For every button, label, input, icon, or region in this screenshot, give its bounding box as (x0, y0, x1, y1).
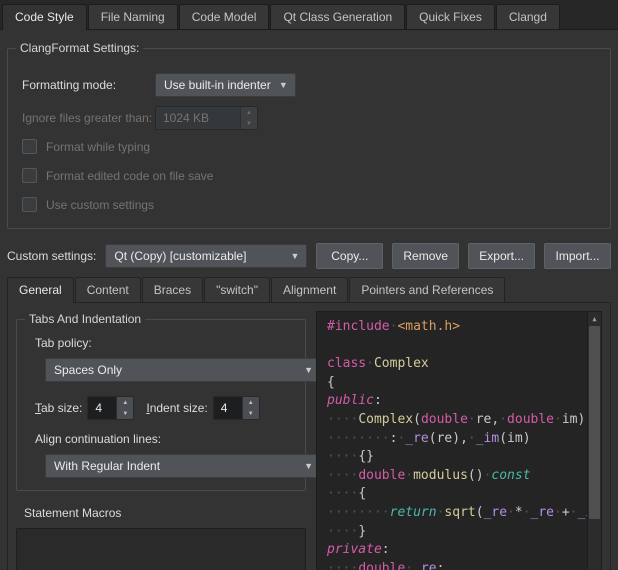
tab-clangd[interactable]: Clangd (496, 4, 560, 29)
spin-down-button[interactable]: ▼ (243, 408, 259, 419)
code-line: ····{ (327, 485, 581, 504)
tab-content[interactable]: Content (75, 277, 141, 302)
formatting-mode-select[interactable]: Use built-in indenter ▼ (155, 73, 296, 97)
tabs-indentation-group: Tabs And Indentation Tab policy: Spaces … (16, 319, 306, 491)
code-line: ········:·_re(re),·_im(im) (327, 430, 581, 449)
code-line (327, 337, 581, 356)
format-on-save-checkbox[interactable]: Format edited code on file save (22, 168, 596, 183)
tab-qt-class-generation[interactable]: Qt Class Generation (270, 4, 405, 29)
tab-size-value: 4 (88, 397, 116, 419)
tab-general[interactable]: General (7, 277, 74, 302)
code-lines: #include·<math.h> class·Complex{public:·… (317, 312, 601, 570)
scrollbar-thumb[interactable] (589, 326, 600, 519)
use-custom-settings-checkbox[interactable]: Use custom settings (22, 197, 596, 212)
checkbox-label: Format edited code on file save (46, 169, 213, 183)
ignore-files-label: Ignore files greater than: (22, 111, 155, 125)
code-line: ····Complex(double·re,·double·im) (327, 411, 581, 430)
clangformat-group-title: ClangFormat Settings: (16, 41, 143, 55)
format-while-typing-checkbox[interactable]: Format while typing (22, 139, 596, 154)
remove-button[interactable]: Remove (392, 243, 459, 269)
tab-braces[interactable]: Braces (142, 277, 203, 302)
chevron-down-icon: ▼ (290, 251, 299, 261)
code-line: public: (327, 392, 581, 411)
tab-quick-fixes[interactable]: Quick Fixes (406, 4, 495, 29)
statement-macros-textarea[interactable] (16, 528, 306, 570)
import-button[interactable]: Import... (544, 243, 611, 269)
copy-button[interactable]: Copy... (316, 243, 383, 269)
tab-alignment[interactable]: Alignment (271, 277, 348, 302)
spin-up-button[interactable]: ▲ (241, 107, 257, 118)
cpp-settings-window: Code Style File Naming Code Model Qt Cla… (0, 0, 618, 570)
ignore-files-value: 1024 KB (156, 107, 240, 129)
tab-code-style[interactable]: Code Style (2, 4, 87, 29)
tab-size-label: Tab size: (35, 401, 82, 415)
tab-pointers-references[interactable]: Pointers and References (349, 277, 505, 302)
spin-down-button[interactable]: ▼ (241, 118, 257, 129)
tab-policy-select[interactable]: Spaces Only ▼ (45, 358, 321, 382)
style-options-column: Tabs And Indentation Tab policy: Spaces … (16, 311, 306, 570)
spin-down-button[interactable]: ▼ (117, 408, 133, 419)
tab-policy-value: Spaces Only (54, 363, 122, 377)
chevron-down-icon: ▼ (304, 365, 313, 375)
indent-size-value: 4 (214, 397, 242, 419)
code-preview: #include·<math.h> class·Complex{public:·… (316, 311, 602, 570)
export-button[interactable]: Export... (468, 243, 535, 269)
spin-up-button[interactable]: ▲ (117, 397, 133, 408)
checkbox-label: Format while typing (46, 140, 150, 154)
indent-size-spinbox[interactable]: 4 ▲ ▼ (213, 396, 260, 420)
formatting-mode-label: Formatting mode: (22, 78, 155, 92)
custom-settings-value: Qt (Copy) [customizable] (114, 249, 246, 263)
align-continuation-value: With Regular Indent (54, 459, 160, 473)
indent-size-label: Indent size: (146, 401, 207, 415)
settings-tabbar: Code Style File Naming Code Model Qt Cla… (0, 0, 618, 30)
code-line: #include·<math.h> (327, 318, 581, 337)
spin-up-button[interactable]: ▲ (243, 397, 259, 408)
code-line: class·Complex (327, 355, 581, 374)
code-line: ····double·modulus()·const (327, 467, 581, 486)
tab-code-model[interactable]: Code Model (179, 4, 270, 29)
spin-buttons: ▲ ▼ (240, 107, 257, 129)
statement-macros-label: Statement Macros (24, 506, 306, 520)
scroll-up-button[interactable]: ▲ (588, 312, 601, 325)
checkbox-icon (22, 197, 37, 212)
spin-buttons: ▲ ▼ (116, 397, 133, 419)
spin-buttons: ▲ ▼ (242, 397, 259, 419)
code-line: ········return·sqrt(_re·*·_re·+·_i (327, 504, 581, 523)
tab-switch[interactable]: "switch" (204, 277, 270, 302)
ignore-files-row: Ignore files greater than: 1024 KB ▲ ▼ (22, 106, 596, 130)
code-line: ····double·_re; (327, 560, 581, 570)
custom-settings-label: Custom settings: (7, 249, 96, 263)
code-line: private: (327, 541, 581, 560)
align-continuation-label: Align continuation lines: (35, 432, 295, 446)
custom-settings-select[interactable]: Qt (Copy) [customizable] ▼ (105, 244, 307, 268)
checkbox-label: Use custom settings (46, 198, 154, 212)
scrollbar[interactable]: ▲ ▼ (587, 312, 601, 570)
sizes-row: Tab size: 4 ▲ ▼ Indent size: 4 ▲ (35, 396, 295, 420)
tab-policy-label: Tab policy: (35, 336, 295, 350)
formatting-mode-value: Use built-in indenter (164, 78, 271, 92)
chevron-down-icon: ▼ (304, 461, 313, 471)
tab-size-spinbox[interactable]: 4 ▲ ▼ (87, 396, 134, 420)
tab-file-naming[interactable]: File Naming (88, 4, 178, 29)
clangformat-settings-group: ClangFormat Settings: Formatting mode: U… (7, 48, 611, 229)
custom-settings-row: Custom settings: Qt (Copy) [customizable… (7, 243, 611, 269)
tabs-indentation-group-title: Tabs And Indentation (25, 312, 145, 326)
code-style-frame: Tabs And Indentation Tab policy: Spaces … (7, 302, 611, 570)
ignore-files-spinbox[interactable]: 1024 KB ▲ ▼ (155, 106, 258, 130)
code-line: { (327, 374, 581, 393)
code-style-tabbar: General Content Braces "switch" Alignmen… (7, 277, 611, 302)
formatting-mode-row: Formatting mode: Use built-in indenter ▼ (22, 73, 596, 97)
align-continuation-select[interactable]: With Regular Indent ▼ (45, 454, 321, 478)
checkbox-icon (22, 168, 37, 183)
code-line: ····} (327, 523, 581, 542)
chevron-down-icon: ▼ (279, 80, 288, 90)
checkbox-icon (22, 139, 37, 154)
code-line: ····{} (327, 448, 581, 467)
